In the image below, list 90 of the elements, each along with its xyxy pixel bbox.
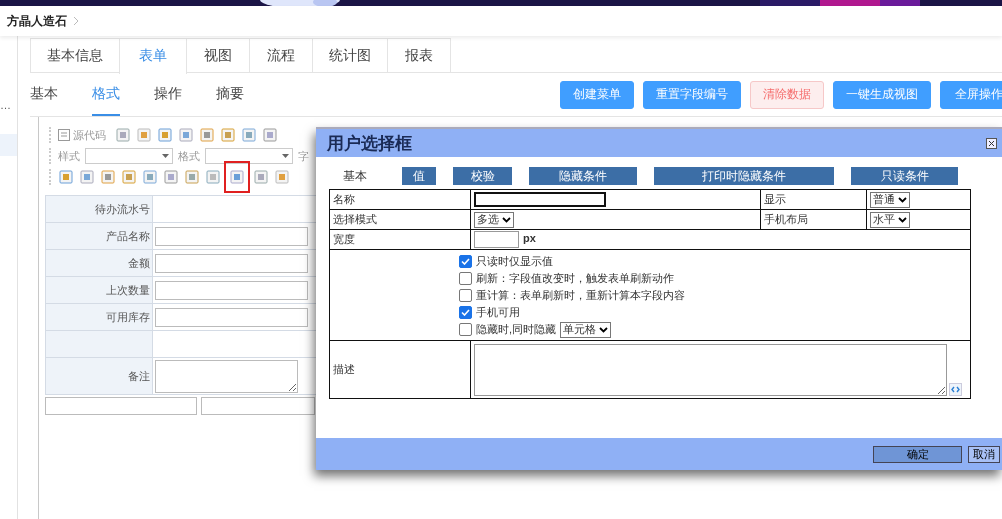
caret-icon (502, 216, 511, 223)
field-label: 备注 (46, 358, 153, 394)
dialog-tab[interactable]: 只读条件 (851, 167, 958, 185)
tool-icon[interactable] (59, 170, 73, 184)
width-input[interactable] (474, 231, 519, 248)
tab[interactable]: 基本信息 (30, 38, 120, 72)
text-area[interactable] (155, 359, 298, 393)
subtab[interactable]: 基本 (30, 73, 58, 116)
input-field[interactable] (155, 280, 308, 300)
tool-icon[interactable] (221, 128, 235, 142)
breadcrumb-item[interactable]: 方晶人造石 (7, 12, 67, 30)
field-label: 金额 (46, 250, 153, 276)
input-field[interactable] (155, 253, 308, 273)
option-label: 刷新：字段值改变时，触发表单刷新动作 (476, 271, 674, 286)
checkmark-icon (461, 258, 470, 265)
tool-icon[interactable] (275, 170, 289, 184)
checkbox[interactable] (459, 272, 472, 285)
tool-icon[interactable] (116, 128, 130, 142)
input-field[interactable] (45, 397, 197, 415)
tool-icon[interactable] (122, 170, 136, 184)
option-label: 重计算：表单刷新时，重新计算本字段内容 (476, 288, 685, 303)
tool-icon[interactable] (206, 170, 220, 184)
tool-icon[interactable] (137, 128, 151, 142)
field-label: 显示 (760, 189, 867, 210)
field-label: 手机布局 (760, 209, 867, 230)
tool-icon[interactable] (143, 170, 157, 184)
close-icon[interactable] (986, 137, 997, 149)
field-label: 可用库存 (46, 304, 153, 330)
style-dropdown[interactable] (85, 148, 173, 164)
field-label: 描述 (329, 340, 471, 399)
chevron-right-icon (73, 16, 79, 26)
tool-icon[interactable] (101, 170, 115, 184)
tool-icon[interactable] (254, 170, 268, 184)
caret-icon (599, 326, 609, 333)
tool-icon[interactable] (185, 170, 199, 184)
dialog-tab[interactable]: 隐藏条件 (529, 167, 637, 185)
tab[interactable]: 报表 (387, 38, 451, 72)
tool-icon[interactable] (179, 128, 193, 142)
option-label: 隐藏时,同时隐藏 (476, 322, 557, 337)
subtab[interactable]: 操作 (154, 73, 182, 116)
format-dropdown[interactable] (205, 148, 293, 164)
tool-icon[interactable] (158, 128, 172, 142)
field-label: 产品名称 (46, 223, 153, 249)
input-field[interactable] (201, 397, 315, 415)
input-field[interactable] (155, 226, 308, 246)
field-label: 上次数量 (46, 277, 153, 303)
caret-icon (898, 196, 907, 203)
subtab[interactable]: 格式 (92, 73, 120, 116)
document-icon (58, 129, 70, 141)
select-mode-dropdown[interactable]: 多选 (474, 211, 514, 228)
tool-icon[interactable] (242, 128, 256, 142)
tab[interactable]: 表单 (119, 38, 187, 74)
dialog-tab[interactable]: 打印时隐藏条件 (654, 167, 834, 185)
tool-icon[interactable] (230, 170, 244, 184)
checkmark-icon (461, 309, 470, 316)
display-dropdown[interactable]: 普通 (870, 191, 910, 208)
caret-icon (162, 154, 169, 158)
unit-label: px (523, 232, 536, 245)
field-label: 宽度 (329, 229, 471, 250)
caret-icon (898, 216, 907, 223)
option-label: 手机可用 (476, 305, 520, 320)
checkbox[interactable] (459, 289, 472, 302)
tool-icon[interactable] (164, 170, 178, 184)
dialog-tab[interactable]: 值 (402, 167, 436, 185)
field-label: 选择模式 (329, 209, 471, 230)
sidebar-item[interactable]: … (0, 98, 17, 112)
tool-icon[interactable] (80, 170, 94, 184)
hide-scope-dropdown[interactable]: 单元格 (560, 321, 612, 338)
dialog-button[interactable]: 确定 (873, 445, 962, 463)
caret-icon (282, 154, 289, 158)
checkbox[interactable] (459, 323, 472, 336)
option-label: 只读时仅显示值 (476, 254, 553, 269)
checkbox[interactable] (459, 255, 472, 268)
format-label: 格式 (178, 148, 200, 164)
name-input[interactable] (474, 192, 606, 207)
font-label: 字 (298, 148, 309, 164)
field-label: 待办流水号 (46, 196, 153, 222)
code-icon[interactable] (949, 382, 962, 396)
checkbox[interactable] (459, 306, 472, 319)
dialog-tab[interactable]: 校验 (453, 167, 512, 185)
description-area[interactable] (474, 343, 947, 396)
subtab[interactable]: 摘要 (216, 73, 244, 116)
input-field[interactable] (155, 307, 308, 327)
dialog-title: 用户选择框 (327, 132, 412, 155)
tool-icon[interactable] (200, 128, 214, 142)
mobile-layout-dropdown[interactable]: 水平 (870, 211, 910, 228)
field-label: 名称 (329, 189, 471, 210)
dialog-button[interactable]: 取消 (968, 445, 1000, 463)
tool-icon[interactable] (263, 128, 277, 142)
style-label: 样式 (58, 148, 80, 164)
